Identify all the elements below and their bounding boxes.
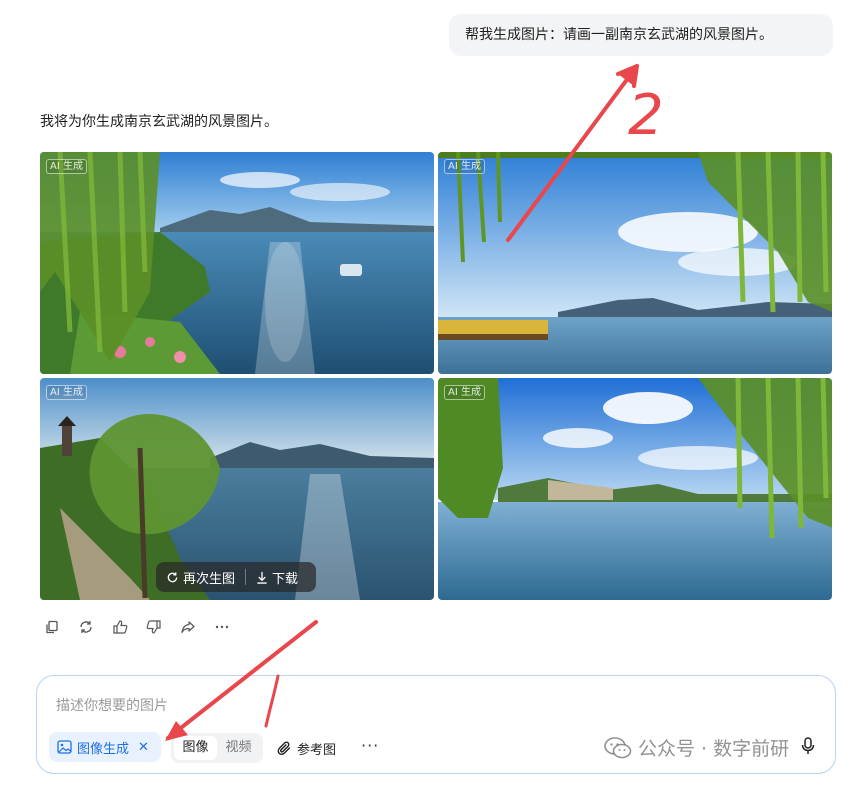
annotation-number: 2 — [628, 83, 664, 148]
download-icon — [257, 571, 267, 584]
more-icon — [215, 625, 229, 629]
generated-image-4[interactable]: AI 生成 — [438, 378, 832, 600]
watermark: 公众号 · 数字前研 — [604, 734, 789, 761]
user-message-text: 帮我生成图片：请画一副南京玄武湖的风景图片。 — [465, 27, 773, 43]
share-button[interactable] — [178, 617, 198, 637]
paperclip-icon — [277, 741, 291, 755]
ai-generated-badge: AI 生成 — [444, 159, 485, 174]
message-actions — [42, 617, 232, 637]
prompt-input[interactable]: 描述你想要的图片 — [56, 695, 168, 715]
copy-button[interactable] — [42, 617, 62, 637]
wechat-icon — [604, 736, 632, 758]
voice-input-button[interactable] — [793, 731, 823, 761]
refresh-icon — [80, 621, 92, 633]
ai-generated-badge: AI 生成 — [46, 385, 87, 400]
download-label: 下载 — [272, 571, 299, 587]
regenerate-image-button[interactable]: 再次生图 — [156, 562, 245, 592]
mode-chip-label: 图像生成 — [77, 741, 130, 757]
media-type-toggle: 图像 视频 — [171, 733, 263, 763]
more-button[interactable] — [212, 617, 232, 637]
regenerate-label: 再次生图 — [183, 571, 236, 587]
image-icon — [57, 740, 72, 754]
close-icon[interactable]: ✕ — [138, 740, 149, 755]
thumbs-up-icon — [113, 620, 128, 634]
reference-image-label: 参考图 — [297, 742, 337, 758]
download-image-button[interactable]: 下载 — [246, 562, 308, 592]
reference-image-button[interactable]: 参考图 — [277, 733, 336, 763]
media-type-video-option[interactable]: 视频 — [217, 736, 260, 760]
image-hover-actions: 再次生图 下载 — [156, 562, 316, 592]
thumbs-down-icon — [146, 620, 161, 634]
watermark-text: 公众号 · 数字前研 — [638, 738, 790, 760]
media-type-image-option[interactable]: 图像 — [174, 736, 217, 760]
refresh-icon — [167, 571, 178, 582]
generated-image-grid: AI 生成 AI 生成 AI 生成 AI 生成 再次生图 下载 — [40, 152, 833, 600]
assistant-reply-text: 我将为你生成南京玄武湖的风景图片。 — [40, 114, 278, 130]
ai-generated-badge: AI 生成 — [46, 159, 87, 174]
microphone-icon — [801, 737, 815, 754]
composer-more-button[interactable]: ··· — [361, 733, 379, 763]
share-icon — [181, 621, 195, 634]
dislike-button[interactable] — [144, 617, 164, 637]
ai-generated-badge: AI 生成 — [444, 385, 485, 400]
user-message-bubble: 帮我生成图片：请画一副南京玄武湖的风景图片。 — [449, 14, 833, 56]
copy-icon — [46, 620, 58, 634]
generated-image-2[interactable]: AI 生成 — [438, 152, 832, 374]
like-button[interactable] — [110, 617, 130, 637]
image-generation-mode-chip[interactable]: 图像生成 ✕ — [49, 732, 161, 762]
generated-image-1[interactable]: AI 生成 — [40, 152, 434, 374]
regenerate-button[interactable] — [76, 617, 96, 637]
